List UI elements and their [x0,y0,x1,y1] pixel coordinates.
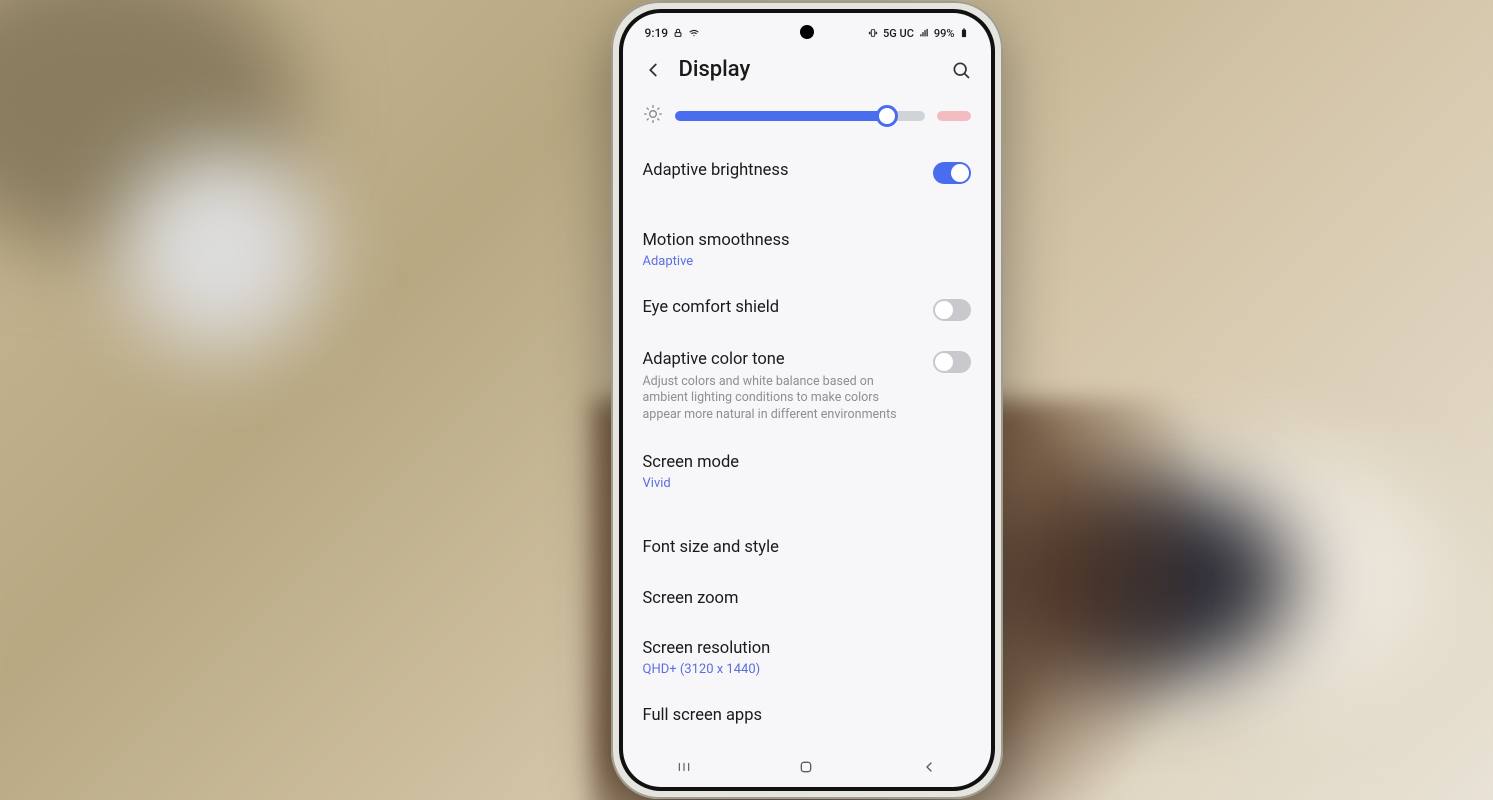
setting-description: Adjust colors and white balance based on… [643,374,921,425]
setting-value: Adaptive [643,254,971,269]
setting-font-size-style[interactable]: Font size and style [643,523,971,573]
setting-motion-smoothness[interactable]: Motion smoothness Adaptive [643,216,971,283]
setting-value: Vivid [643,476,971,491]
setting-title: Screen zoom [643,588,971,610]
setting-full-screen-apps[interactable]: Full screen apps [643,691,971,741]
setting-adaptive-brightness[interactable]: Adaptive brightness [643,146,971,198]
back-button[interactable] [641,58,665,82]
toggle-eye-comfort-shield[interactable] [933,299,971,321]
settings-list[interactable]: Adaptive brightness Motion smoothness Ad… [623,96,991,747]
nav-back-button[interactable] [899,759,959,775]
setting-title: Screen resolution [643,638,971,660]
page-title: Display [679,57,935,82]
wifi-icon [688,28,700,38]
toggle-adaptive-color-tone[interactable] [933,351,971,373]
setting-title: Adaptive brightness [643,160,921,182]
brightness-slider-thumb[interactable] [876,105,898,127]
setting-title: Eye comfort shield [643,297,921,319]
setting-title: Adaptive color tone [643,349,921,371]
setting-title: Motion smoothness [643,230,971,252]
extra-brightness-segment[interactable] [937,111,971,121]
brightness-slider[interactable] [675,111,925,121]
phone-frame: 9:19 5G UC 99% [611,1,1003,799]
setting-screen-zoom[interactable]: Screen zoom [643,574,971,624]
nav-home-button[interactable] [776,759,836,775]
status-network: 5G UC [883,27,914,40]
setting-title: Font size and style [643,537,971,559]
page-header: Display [623,47,991,96]
search-icon [951,60,971,80]
status-time: 9:19 [645,26,669,40]
phone-screen: 9:19 5G UC 99% [623,13,991,787]
lock-icon [673,28,683,38]
chevron-left-icon [642,59,664,81]
nav-recents-button[interactable] [654,760,714,774]
brightness-row [643,96,971,146]
setting-eye-comfort-shield[interactable]: Eye comfort shield [643,283,971,335]
setting-screen-resolution[interactable]: Screen resolution QHD+ (3120 x 1440) [643,624,971,691]
navigation-bar [623,747,991,787]
back-icon [921,759,937,775]
camera-hole [800,25,814,39]
setting-title: Full screen apps [643,705,971,727]
home-icon [798,759,814,775]
setting-screen-mode[interactable]: Screen mode Vivid [643,438,971,505]
battery-icon [959,26,969,40]
search-button[interactable] [949,58,973,82]
brightness-slider-fill [675,111,888,121]
status-battery-percent: 99% [934,27,955,40]
brightness-icon [643,104,663,128]
setting-title: Screen mode [643,452,971,474]
setting-adaptive-color-tone[interactable]: Adaptive color tone Adjust colors and wh… [643,335,971,438]
toggle-adaptive-brightness[interactable] [933,162,971,184]
signal-icon [918,28,930,38]
recents-icon [675,760,693,774]
setting-value: QHD+ (3120 x 1440) [643,662,971,677]
vibrate-icon [867,28,879,38]
